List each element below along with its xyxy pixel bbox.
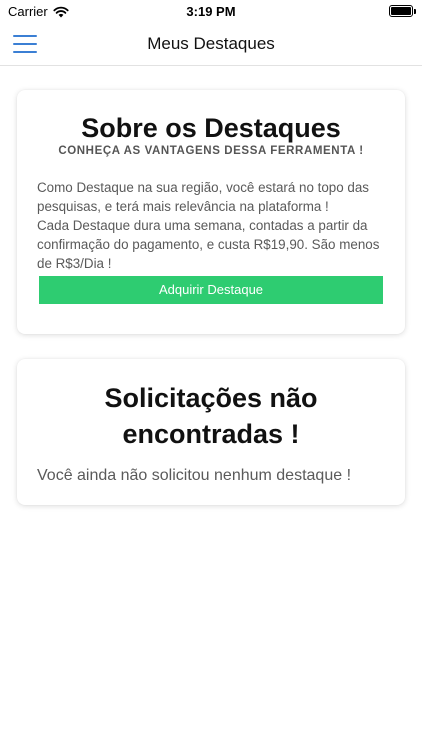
requests-card: Solicitações não encontradas ! Você aind…: [17, 359, 405, 505]
description-paragraph: Como Destaque na sua região, você estará…: [37, 180, 370, 214]
card-subtitle: CONHEÇA AS VANTAGENS DESSA FERRAMENTA !: [58, 145, 364, 157]
status-bar: Carrier 3:19 PM: [0, 0, 422, 24]
navigation-bar: Meus Destaques: [0, 24, 422, 66]
card-title: Sobre os Destaques: [81, 113, 341, 143]
about-highlights-card: Sobre os Destaques CONHEÇA AS VANTAGENS …: [17, 90, 405, 334]
screen: Carrier 3:19 PM Meus Destaques Sobre os …: [0, 0, 422, 750]
card-description: Como Destaque na sua região, você estará…: [37, 178, 385, 273]
status-right: [389, 5, 416, 17]
page-title: Meus Destaques: [147, 34, 275, 53]
description-paragraph: Cada Destaque dura uma semana, contadas …: [37, 218, 380, 271]
status-time: 3:19 PM: [186, 4, 236, 19]
buy-highlight-button[interactable]: Adquirir Destaque: [39, 276, 383, 304]
battery-icon: [389, 5, 416, 17]
card-title: Solicitações não encontradas !: [104, 383, 318, 449]
empty-state-message: Você ainda não solicitou nenhum destaque…: [37, 467, 352, 484]
